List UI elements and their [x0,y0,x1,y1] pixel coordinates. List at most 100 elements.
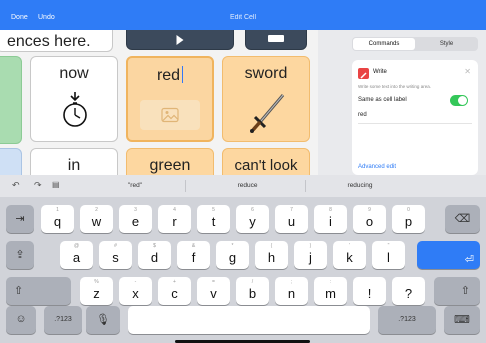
space-key[interactable] [128,306,370,334]
numbers-left-key[interactable]: .?123 [44,306,82,334]
caps-lock-key[interactable]: ⇪ [6,241,34,269]
grid-cell-red[interactable]: red [126,56,214,142]
key-alt-label: - [134,279,137,285]
key-row1-1[interactable]: 2w [80,205,113,233]
close-icon[interactable]: ✕ [464,67,471,76]
key-label: f [191,250,196,265]
cell-label-text[interactable]: red [157,67,180,84]
same-as-label-text: Same as cell label [358,97,407,103]
grid-cell-blue-edge[interactable] [0,148,22,175]
delete-key[interactable]: ⌫ [445,205,480,233]
grid-cell-green-edge[interactable] [0,56,22,144]
key-label: i [329,214,332,229]
key-row2-2[interactable]: $ d [138,241,171,269]
shift-right-key[interactable]: ⇧ [434,277,480,305]
grid-cell-label: in [67,157,81,174]
suggestion-3[interactable]: reducing [315,182,405,189]
tab-key[interactable]: ⇥ [6,205,34,233]
write-value-field[interactable]: red [358,112,367,118]
key-row1-5[interactable]: 6y [236,205,269,233]
key-alt-label: 8 [329,207,332,213]
key-row1-8[interactable]: 9o [353,205,386,233]
key-label: e [131,214,140,229]
numbers-right-key[interactable]: .?123 [378,306,436,334]
stopwatch-icon [63,92,87,127]
key-row2-1[interactable]: # s [99,241,132,269]
key-row1-2[interactable]: 3e [119,205,152,233]
key-row1-3[interactable]: 4r [158,205,191,233]
grid-cell-label: ences here. [7,33,91,50]
write-command-card: Write ✕ Write some text into the writing… [352,60,478,175]
grid-cell-now[interactable]: now [30,56,118,142]
suggestion-2[interactable]: reduce [200,182,295,189]
key-row3-8[interactable]: ? [392,277,425,305]
same-as-label-toggle[interactable] [450,95,468,106]
grid-cell-dark-1[interactable] [126,30,234,50]
key-row2-3[interactable]: & f [177,241,210,269]
key-row1-0[interactable]: 1q [41,205,74,233]
tab-commands[interactable]: Commands [353,38,415,50]
key-row3-7[interactable]: ! [353,277,386,305]
return-key[interactable]: ⏎ [417,241,480,269]
onscreen-keyboard: ↶ ↷ ▤ "red" reduce reducing ⇥ 1q2w3e4r5t… [0,175,486,343]
shift-left-key[interactable]: ⇧ [6,277,71,305]
play-icon [176,35,184,45]
key-row3-5[interactable]: ; n [275,277,308,305]
key-alt-label: 9 [368,207,371,213]
grid-cell-sword[interactable]: sword [222,56,310,142]
redo-arrow-icon[interactable]: ↷ [34,180,42,191]
key-row1-4[interactable]: 5t [197,205,230,233]
key-alt-label: 5 [212,207,215,213]
key-alt-label: ) [309,243,312,249]
emoji-key[interactable]: ☺ [6,306,36,334]
clipboard-icon[interactable]: ▤ [52,180,60,189]
key-alt-label: : [329,279,332,285]
key-row3-1[interactable]: -x [119,277,152,305]
grid-cell-cant-look[interactable]: can't look [222,148,310,175]
key-row3-2[interactable]: + c [158,277,191,305]
dictation-key[interactable]: 🎙 [86,306,120,334]
grid-cell-green[interactable]: green [126,148,214,175]
key-row1-7[interactable]: 8i [314,205,347,233]
image-placeholder[interactable] [140,100,200,130]
advanced-edit-link[interactable]: Advanced edit [358,164,396,170]
key-alt-label: # [114,243,117,249]
grid-cell-dark-2[interactable] [245,30,307,50]
numbers-left-label: .?123 [54,316,72,323]
key-alt-label: ( [270,243,273,249]
grid-cell-label: can't look [234,157,298,174]
key-row2-7[interactable]: ' k [333,241,366,269]
shift-icon: ⇧ [14,285,24,297]
key-label: j [309,250,312,265]
grid-cell-label: red [128,66,212,85]
key-alt-label: 3 [134,207,137,213]
grid-cell-in[interactable]: in [30,148,118,175]
key-row2-4[interactable]: * g [216,241,249,269]
key-label: w [91,214,102,229]
hide-keyboard-key[interactable]: ⌨ [444,306,480,334]
tab-style[interactable]: Style [416,38,477,50]
key-row3-0[interactable]: % z [80,277,113,305]
key-row2-6[interactable]: ) j [294,241,327,269]
grid-cell-label: now [59,65,89,82]
key-alt-label: 7 [290,207,293,213]
key-alt-label: / [251,279,254,285]
key-row2-0[interactable]: @ a [60,241,93,269]
undo-arrow-icon[interactable]: ↶ [12,180,20,191]
key-alt-label: 6 [251,207,254,213]
suggestion-1[interactable]: "red" [90,182,180,189]
key-row2-5[interactable]: (h [255,241,288,269]
key-row2-8[interactable]: " l [372,241,405,269]
key-label: v [210,286,217,301]
key-row1-9[interactable]: 0p [392,205,425,233]
grid-cell-partial[interactable]: ences here. [0,30,113,52]
key-label: n [287,286,296,301]
key-row1-6[interactable]: 7u [275,205,308,233]
key-alt-label: $ [153,243,156,249]
key-label: k [346,250,353,265]
key-row3-3[interactable]: = v [197,277,230,305]
key-label: ! [367,286,372,301]
key-row3-6[interactable]: :m [314,277,347,305]
key-row3-4[interactable]: / b [236,277,269,305]
key-label: c [171,286,178,301]
